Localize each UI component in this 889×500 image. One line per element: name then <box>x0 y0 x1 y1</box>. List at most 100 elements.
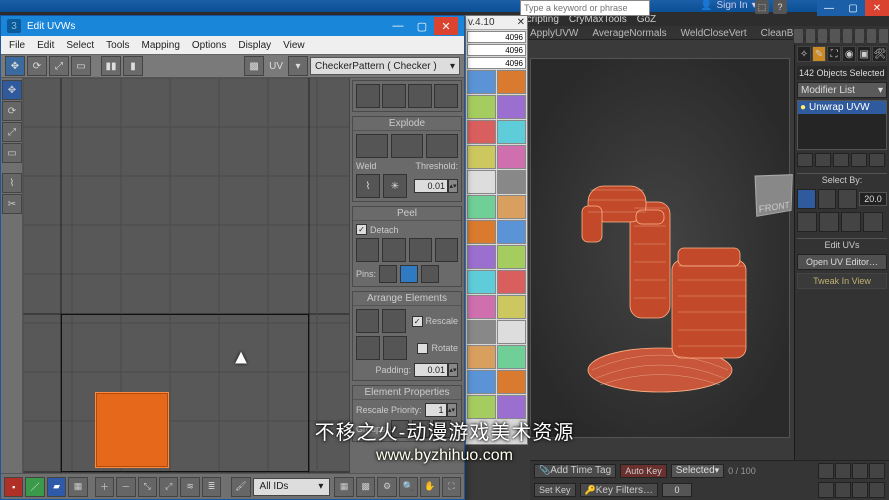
rescale-check[interactable]: ✓ <box>412 316 423 327</box>
view-options[interactable]: ⚙ <box>377 477 396 497</box>
pal-btn-9[interactable] <box>467 170 496 194</box>
cp-tab-create[interactable]: ✧ <box>797 46 811 62</box>
pal-btn-11[interactable] <box>467 195 496 219</box>
left-move[interactable]: ✥ <box>2 80 22 100</box>
view-grid[interactable]: ▦ <box>334 477 353 497</box>
stack-pin[interactable] <box>797 153 813 167</box>
rescale-priority-spinner[interactable]: ▴▾ <box>447 403 457 417</box>
pal-btn-17[interactable] <box>467 270 496 294</box>
pal-btn-19[interactable] <box>467 295 496 319</box>
uvw-maximize[interactable]: ▢ <box>410 17 434 35</box>
uvw-minimize[interactable]: — <box>386 17 410 35</box>
uv-selected-island[interactable] <box>95 392 169 468</box>
tool-showmap[interactable]: ▾ <box>288 56 308 76</box>
stack-unique[interactable] <box>833 153 849 167</box>
menu-edit[interactable]: Edit <box>37 40 54 51</box>
padding-spinner[interactable]: ▴▾ <box>448 363 458 377</box>
pal-btn-16[interactable] <box>497 245 526 269</box>
tool-ribbon-4[interactable] <box>829 28 840 44</box>
stack-unwrap-uvw[interactable]: ● Unwrap UVW <box>798 101 886 114</box>
sel-grow[interactable] <box>797 212 817 232</box>
threshold-value[interactable]: 0.01 <box>414 179 448 193</box>
current-frame[interactable]: 0 <box>662 483 692 497</box>
peel-relax[interactable] <box>409 238 432 262</box>
pack-1[interactable] <box>356 309 379 333</box>
rollout-explode-header[interactable]: Explode <box>353 117 461 131</box>
qt-align-t[interactable] <box>408 84 432 108</box>
menu-options[interactable]: Options <box>192 40 226 51</box>
sel-vertex[interactable] <box>797 189 816 209</box>
view-pan[interactable]: ✋ <box>420 477 439 497</box>
sel-shrink[interactable] <box>819 212 839 232</box>
tool-ribbon-7[interactable] <box>866 28 877 44</box>
textools-palette[interactable]: v.4.10 ✕ 4096 4096 4096 <box>465 15 528 445</box>
pal-btn-26[interactable] <box>497 370 526 394</box>
sub-element[interactable]: ▦ <box>68 477 87 497</box>
menu-view[interactable]: View <box>283 40 305 51</box>
pack-3[interactable] <box>356 336 380 360</box>
workspace-icon[interactable]: ⬚ <box>755 0 769 14</box>
map-dropdown[interactable]: CheckerPattern ( Checker )▾ <box>310 57 460 75</box>
setkey-button[interactable]: Set Key <box>534 483 576 497</box>
viewcube[interactable]: FRONT <box>755 174 793 217</box>
explode-3[interactable] <box>426 134 458 158</box>
sel-loop[interactable] <box>863 212 883 232</box>
keyfilters-button[interactable]: 🔑 Key Filters… <box>580 483 658 497</box>
help-search-input[interactable] <box>521 1 649 15</box>
qt-align-l[interactable] <box>356 84 380 108</box>
pal-size-h[interactable]: 4096 <box>467 44 526 56</box>
view-fit[interactable]: ⛶ <box>442 477 461 497</box>
modifier-stack[interactable]: ● Unwrap UVW <box>797 100 887 150</box>
qt-align-r[interactable] <box>382 84 406 108</box>
uvw-title-bar[interactable]: 3 Edit UVWs — ▢ ✕ <box>1 16 464 36</box>
sel-ring2[interactable]: ≣ <box>202 477 221 497</box>
rotate-check[interactable] <box>417 343 428 354</box>
pal-size-w[interactable]: 4096 <box>467 31 526 43</box>
left-rotate[interactable]: ⟳ <box>2 101 22 121</box>
tool-freeform[interactable]: ▭ <box>71 56 91 76</box>
menu-select[interactable]: Select <box>66 40 94 51</box>
pack-4[interactable] <box>383 336 407 360</box>
cp-tab-modify[interactable]: ✎ <box>812 46 826 62</box>
peel-quick[interactable] <box>356 238 379 262</box>
nav-nextkey[interactable] <box>852 463 868 479</box>
sub-edge[interactable]: ／ <box>25 477 44 497</box>
uvw-close[interactable]: ✕ <box>434 17 458 35</box>
pin-remove[interactable] <box>400 265 418 283</box>
tool-ribbon-5[interactable] <box>842 28 853 44</box>
sel-face[interactable] <box>838 189 857 209</box>
tool-ribbon-6[interactable] <box>854 28 865 44</box>
tool-ribbon-2[interactable] <box>805 28 816 44</box>
pal-btn-13[interactable] <box>467 220 496 244</box>
tool-mirror-v[interactable]: ▮ <box>123 56 143 76</box>
menu-mapping[interactable]: Mapping <box>142 40 180 51</box>
pal-btn-10[interactable] <box>497 170 526 194</box>
left-weld[interactable]: ⌇ <box>2 173 22 193</box>
help-search[interactable] <box>520 0 650 16</box>
script-weldclose[interactable]: WeldCloseVert <box>681 28 747 39</box>
tool-ribbon-3[interactable] <box>817 28 828 44</box>
explode-2[interactable] <box>391 134 423 158</box>
autokey-button[interactable]: Auto Key <box>620 464 667 478</box>
menu-display[interactable]: Display <box>238 40 271 51</box>
sub-face[interactable]: ▰ <box>47 477 66 497</box>
pal-btn-5[interactable] <box>467 120 496 144</box>
cp-tab-motion[interactable]: ◉ <box>842 46 856 62</box>
left-free[interactable]: ▭ <box>2 143 22 163</box>
keymode-dropdown[interactable]: Selected ▾ <box>671 464 724 478</box>
paint-sel[interactable]: 🖌 <box>231 477 250 497</box>
close-button[interactable]: ✕ <box>865 0 889 16</box>
vp-zoom[interactable] <box>852 482 868 498</box>
minimize-button[interactable]: — <box>817 0 841 16</box>
padding-value[interactable]: 0.01 <box>414 363 448 377</box>
pal-btn-2[interactable] <box>497 70 526 94</box>
pal-btn-12[interactable] <box>497 195 526 219</box>
nav-end[interactable] <box>869 463 885 479</box>
sel-grow2[interactable]: ⤡ <box>138 477 157 497</box>
pal-btn-23[interactable] <box>467 345 496 369</box>
nav-prevkey[interactable] <box>818 463 834 479</box>
weld-target[interactable]: ✳ <box>383 174 407 198</box>
menu-tools[interactable]: Tools <box>106 40 129 51</box>
pal-btn-25[interactable] <box>467 370 496 394</box>
rollout-elprops-header[interactable]: Element Properties <box>353 386 461 400</box>
